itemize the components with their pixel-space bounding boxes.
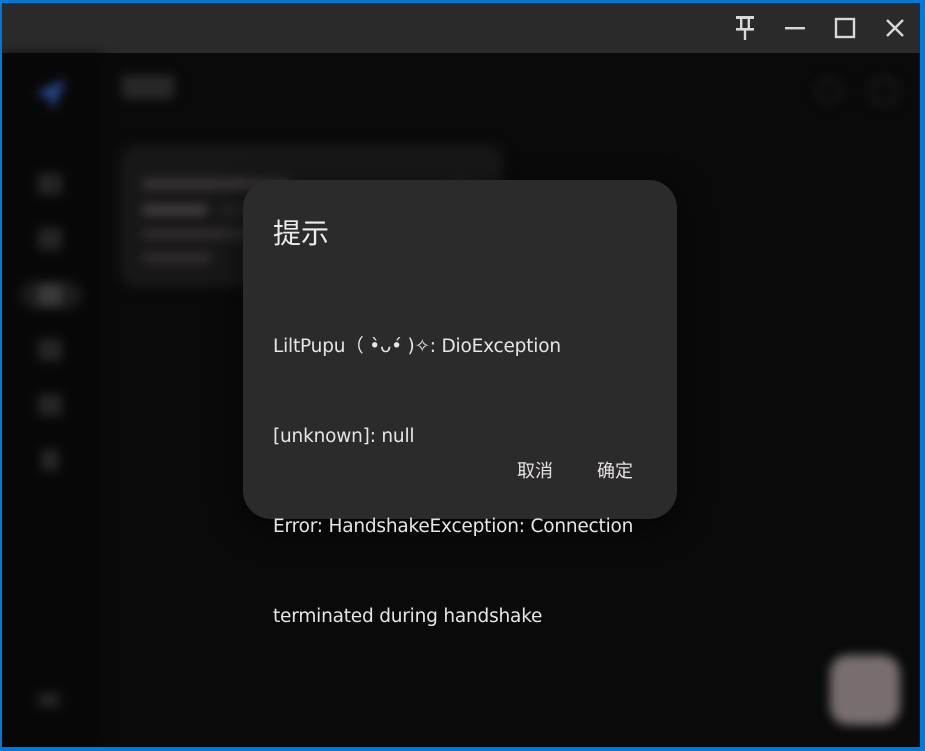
maximize-icon[interactable] [825, 10, 865, 46]
app-window: 提示 LiltPupu（ •̀ᴗ•́ )✧: DioException [unk… [2, 3, 920, 747]
dialog-message-line: LiltPupu（ •̀ᴗ•́ )✧: DioException [273, 336, 561, 357]
close-icon[interactable] [875, 10, 915, 46]
dialog-message-line: [unknown]: null [273, 426, 415, 447]
minimize-icon[interactable] [775, 10, 815, 46]
alert-dialog: 提示 LiltPupu（ •̀ᴗ•́ )✧: DioException [unk… [243, 180, 677, 627]
dialog-title: 提示 [273, 217, 330, 250]
dialog-message-line: Error: HandshakeException: Connection [273, 516, 634, 537]
cancel-button[interactable]: 取消 [501, 448, 569, 492]
dialog-message-line: terminated during handshake [273, 606, 543, 627]
pin-icon[interactable] [725, 10, 765, 46]
confirm-button[interactable]: 确定 [581, 448, 649, 492]
title-bar[interactable] [2, 3, 920, 53]
